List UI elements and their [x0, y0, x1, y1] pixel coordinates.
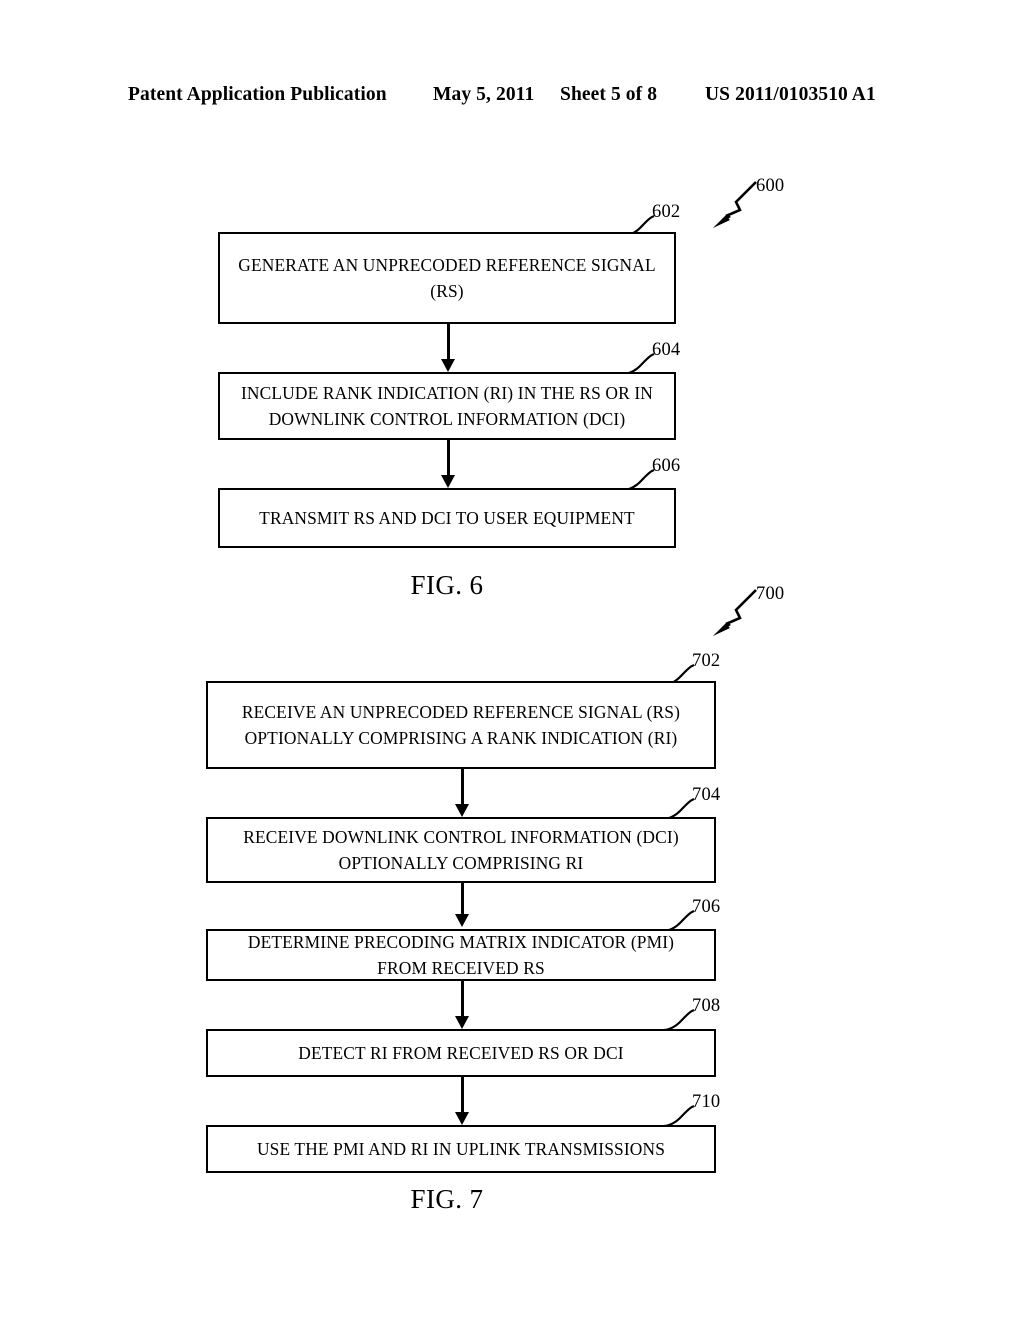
- connector-702-to-704: [455, 769, 469, 817]
- figure-600-leader-arrow-icon: [713, 181, 757, 228]
- connector-708-to-710: [455, 1077, 469, 1125]
- ref-label-602: 602: [652, 202, 681, 222]
- figure-700-callout: 700: [700, 584, 810, 646]
- figure-6-caption: FIG. 6: [410, 570, 484, 600]
- figure-700-label: 700: [756, 584, 785, 604]
- connector-604-to-606: [441, 440, 455, 488]
- figure-7-caption: FIG. 7: [410, 1184, 484, 1214]
- flow-step-710-text: USE THE PMI AND RI IN UPLINK TRANSMISSIO…: [256, 1139, 666, 1159]
- connector-706-to-708: [455, 981, 469, 1029]
- flow-step-602[interactable]: GENERATE AN UNPRECODED REFERENCE SIGNAL …: [218, 232, 676, 324]
- ref-label-710: 710: [692, 1092, 721, 1112]
- header-patent-number: US 2011/0103510 A1: [705, 84, 876, 105]
- flow-step-706[interactable]: DETERMINE PRECODING MATRIX INDICATOR (PM…: [206, 929, 716, 981]
- flow-step-604-text: INCLUDE RANK INDICATION (RI) IN THE RS O…: [240, 383, 654, 429]
- flow-step-704[interactable]: RECEIVE DOWNLINK CONTROL INFORMATION (DC…: [206, 817, 716, 883]
- flow-step-604[interactable]: INCLUDE RANK INDICATION (RI) IN THE RS O…: [218, 372, 676, 440]
- figure-700-leader-arrow-icon: [713, 589, 757, 636]
- header-sheet-text: Sheet 5 of 8: [560, 84, 658, 105]
- header-publication-text: Patent Application Publication: [128, 84, 387, 105]
- flow-step-702-text: RECEIVE AN UNPRECODED REFERENCE SIGNAL (…: [241, 702, 681, 748]
- ref-label-604: 604: [652, 340, 681, 360]
- ref-label-702: 702: [692, 651, 721, 671]
- flow-step-710[interactable]: USE THE PMI AND RI IN UPLINK TRANSMISSIO…: [206, 1125, 716, 1173]
- page-header: Patent Application Publication May 5, 20…: [128, 84, 896, 110]
- flow-step-606-text: TRANSMIT RS AND DCI TO USER EQUIPMENT: [259, 508, 635, 528]
- flow-step-704-text: RECEIVE DOWNLINK CONTROL INFORMATION (DC…: [243, 827, 679, 873]
- flow-step-702[interactable]: RECEIVE AN UNPRECODED REFERENCE SIGNAL (…: [206, 681, 716, 769]
- flow-step-708-text: DETECT RI FROM RECEIVED RS OR DCI: [298, 1043, 624, 1063]
- ref-label-708: 708: [692, 996, 721, 1016]
- connector-602-to-604: [441, 324, 455, 372]
- flow-step-708[interactable]: DETECT RI FROM RECEIVED RS OR DCI: [206, 1029, 716, 1077]
- ref-label-704: 704: [692, 785, 721, 805]
- header-date-text: May 5, 2011: [433, 84, 535, 105]
- flow-step-606[interactable]: TRANSMIT RS AND DCI TO USER EQUIPMENT: [218, 488, 676, 548]
- flow-step-706-text: DETERMINE PRECODING MATRIX INDICATOR (PM…: [247, 932, 675, 978]
- ref-label-706: 706: [692, 897, 721, 917]
- figure-600-callout: 600: [700, 176, 810, 238]
- connector-704-to-706: [455, 883, 469, 927]
- flow-step-602-text: GENERATE AN UNPRECODED REFERENCE SIGNAL …: [238, 255, 656, 301]
- figure-600-label: 600: [756, 176, 785, 196]
- ref-label-606: 606: [652, 456, 681, 476]
